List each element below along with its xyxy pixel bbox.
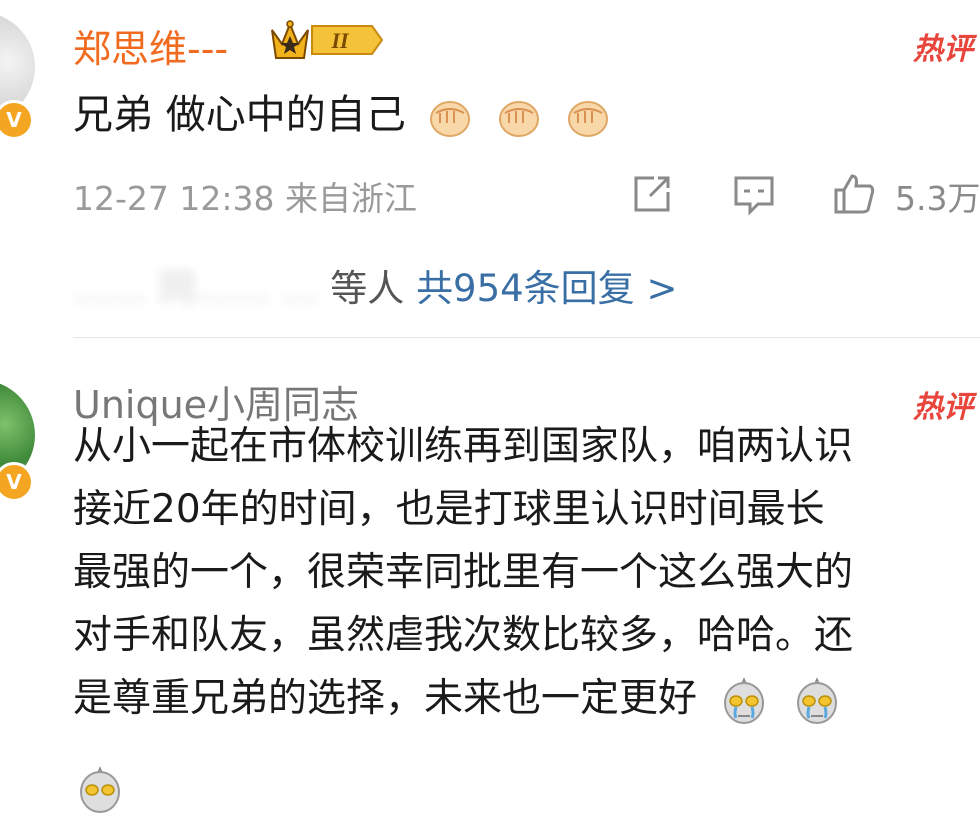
comment-line: 对手和队友，虽然虐我次数比较多，哈哈。还 — [73, 613, 854, 658]
comment-content: 兄弟 做心中的自己 — [73, 82, 612, 141]
divider — [73, 337, 980, 338]
verified-badge: V — [0, 100, 34, 140]
fist-emoji — [567, 101, 608, 137]
comment-text: 兄弟 做心中的自己 — [73, 92, 406, 138]
comment-line-last: 是尊重兄弟的选择，未来也一定更好 — [73, 667, 980, 730]
comment-username[interactable]: 郑思维--- — [73, 18, 228, 73]
share-icon[interactable] — [628, 170, 676, 218]
ultraman-emoji — [80, 766, 120, 813]
hot-comment-label: 热评 — [913, 32, 973, 67]
view-replies-link[interactable]: 共954条回复 > — [416, 267, 677, 310]
like-count: 5.3万 — [895, 179, 980, 218]
like-icon[interactable] — [830, 170, 878, 218]
ultraman-emoji — [796, 676, 837, 724]
comment-icon[interactable] — [730, 170, 778, 218]
crown-level-badge: II — [271, 20, 384, 59]
comment-line: 最强的一个，很荣幸同批里有一个这么强大的 — [73, 550, 854, 595]
comment-line: 接近20年的时间，也是打球里认识时间最长 — [73, 487, 825, 532]
verified-badge: V — [0, 462, 34, 502]
comment-line: 是尊重兄弟的选择，未来也一定更好 — [73, 676, 698, 721]
comment-content: 从小一起在市体校训练再到国家队，咱两认识 接近20年的时间，也是打球里认识时间最… — [73, 415, 980, 730]
comment-timestamp: 12-27 12:38 来自浙江 — [73, 179, 417, 218]
comment-line: 从小一起在市体校训练再到国家队，咱两认识 — [73, 424, 854, 469]
reply-summary[interactable]: …… 同…… … 等人 共954条回复 > — [73, 258, 677, 312]
reply-suffix: 等人 — [330, 267, 405, 310]
fist-emoji — [499, 101, 540, 137]
level-badge-text: II — [330, 28, 350, 53]
reply-names-blurred: …… 同…… … — [73, 267, 319, 310]
fist-emoji — [430, 101, 471, 137]
ultraman-emoji — [724, 676, 765, 724]
